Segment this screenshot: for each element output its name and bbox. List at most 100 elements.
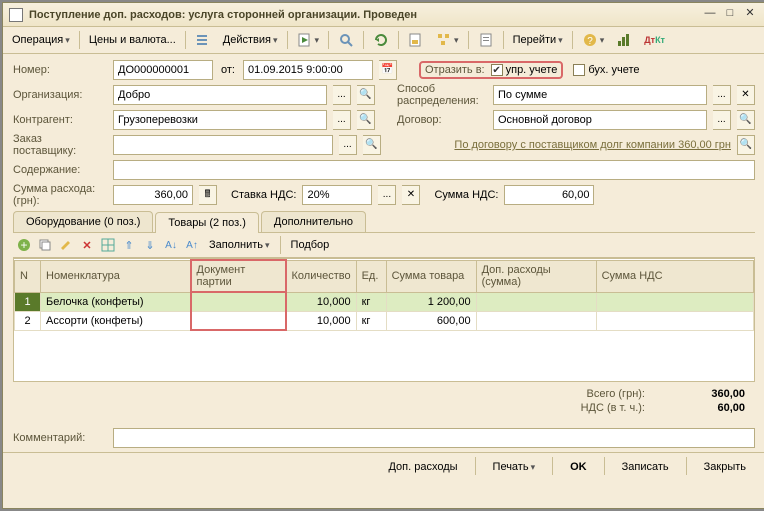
ellipsis-icon[interactable]: ... [339, 135, 357, 155]
prices-button[interactable]: Цены и валюта... [84, 31, 181, 49]
add-expenses-button[interactable]: Доп. расходы [377, 457, 468, 477]
content-field[interactable] [113, 160, 755, 180]
grid[interactable]: N Номенклатура Документ партии Количеств… [13, 258, 755, 382]
window-title: Поступление доп. расходов: услуга сторон… [29, 9, 699, 21]
table-row[interactable]: 2Ассорти (конфеты)10,000кг600,00 [15, 311, 754, 330]
form-area: Номер: ДО000000001 от: 01.09.2015 9:00:0… [3, 54, 764, 424]
close-button[interactable]: Закрыть [693, 457, 757, 477]
minimize-button[interactable]: — [701, 7, 719, 22]
move-up-icon[interactable]: ⇑ [120, 236, 138, 254]
col-doc[interactable]: Документ партии [191, 260, 286, 292]
date-field[interactable]: 01.09.2015 9:00:00 [243, 60, 373, 80]
ellipsis-icon[interactable]: ... [378, 185, 396, 205]
tab-toolbar: + ✕ ⇑ ⇓ A↓ A↑ Заполнить▾ Подбор [13, 233, 755, 258]
toolbar: Операция▾ Цены и валюта... Действия▾ ▾ ▾… [3, 27, 764, 54]
move-down-icon[interactable]: ⇓ [141, 236, 159, 254]
search-icon[interactable]: 🔍 [737, 135, 755, 155]
search-icon[interactable]: 🔍 [357, 85, 375, 105]
order-label: Заказ поставщику: [13, 133, 107, 157]
add-icon[interactable]: + [15, 236, 33, 254]
svg-text:?: ? [587, 36, 593, 47]
toolbar-play-icon[interactable]: ▾ [292, 29, 325, 51]
totals: Всего (грн): 360,00 НДС (в т. ч.): 60,00 [13, 382, 755, 420]
toolbar-chart-icon[interactable] [611, 29, 637, 51]
sort-desc-icon[interactable]: A↑ [183, 236, 201, 254]
copy-icon[interactable] [36, 236, 54, 254]
vatrate-field[interactable]: 20% [302, 185, 372, 205]
col-nom[interactable]: Номенклатура [41, 260, 191, 292]
dist-label: Способ распределения: [397, 83, 487, 107]
comment-field[interactable] [113, 428, 755, 448]
clear-icon[interactable]: ✕ [402, 185, 420, 205]
tab-equipment[interactable]: Оборудование (0 поз.) [13, 211, 153, 232]
dog-label: Договор: [397, 114, 487, 126]
col-vat[interactable]: Сумма НДС [596, 260, 753, 292]
tab-additional[interactable]: Дополнительно [261, 211, 366, 232]
buh-checkbox[interactable]: бух. учете [573, 64, 639, 76]
order-field[interactable] [113, 135, 333, 155]
toolbar-tree-icon[interactable]: ▾ [431, 29, 464, 51]
reflect-label: Отразить в: [425, 64, 485, 76]
search-icon[interactable]: 🔍 [357, 110, 375, 130]
ellipsis-icon[interactable]: ... [333, 110, 351, 130]
number-label: Номер: [13, 64, 107, 76]
clear-icon[interactable]: ✕ [737, 85, 755, 105]
col-unit[interactable]: Ед. [356, 260, 386, 292]
doc-icon [9, 8, 23, 22]
ellipsis-icon[interactable]: ... [713, 110, 731, 130]
debt-link[interactable]: По договору с поставщиком долг компании … [403, 139, 731, 151]
check-icon-empty [573, 64, 585, 76]
dist-field[interactable]: По сумме [493, 85, 707, 105]
toolbar-list-icon[interactable] [190, 29, 216, 51]
col-n[interactable]: N [15, 260, 41, 292]
ellipsis-icon[interactable]: ... [333, 85, 351, 105]
search-icon[interactable]: 🔍 [363, 135, 381, 155]
toolbar-dtkt-icon[interactable]: ДтКт [639, 32, 670, 48]
actions-menu[interactable]: Действия▾ [218, 31, 283, 49]
toolbar-post-icon[interactable] [403, 29, 429, 51]
tabs: Оборудование (0 поз.) Товары (2 поз.) До… [13, 211, 755, 233]
calc-icon[interactable]: 🖩 [199, 185, 217, 205]
dog-field[interactable]: Основной договор [493, 110, 707, 130]
col-add[interactable]: Доп. расходы (сумма) [476, 260, 596, 292]
toolbar-refresh-icon[interactable] [368, 29, 394, 51]
ellipsis-icon[interactable]: ... [713, 85, 731, 105]
delete-icon[interactable]: ✕ [78, 236, 96, 254]
sum-field[interactable]: 360,00 [113, 185, 193, 205]
date-picker-icon[interactable]: 📅 [379, 60, 397, 80]
window: Поступление доп. расходов: услуга сторон… [2, 2, 764, 509]
sum-label: Сумма расхода: (грн): [13, 183, 107, 207]
number-field[interactable]: ДО000000001 [113, 60, 213, 80]
table-row[interactable]: 1Белочка (конфеты)10,000кг1 200,00 [15, 292, 754, 311]
date-label: от: [221, 64, 235, 76]
vatsum-label: Сумма НДС: [434, 189, 498, 201]
reflect-highlight: Отразить в: ✔ упр. учете [419, 61, 563, 79]
go-menu[interactable]: Перейти▾ [508, 31, 568, 49]
help-icon[interactable]: ?▾ [577, 29, 610, 51]
grid-icon[interactable] [99, 236, 117, 254]
toolbar-find-icon[interactable] [333, 29, 359, 51]
maximize-button[interactable]: □ [721, 7, 739, 22]
org-label: Организация: [13, 89, 107, 101]
toolbar-report-icon[interactable] [473, 29, 499, 51]
footer: Доп. расходы Печать▾ OK Записать Закрыть [3, 452, 764, 481]
total-label: Всего (грн): [587, 388, 646, 400]
close-button[interactable]: ✕ [741, 7, 759, 22]
fill-menu[interactable]: Заполнить▾ [204, 236, 275, 254]
operation-menu[interactable]: Операция▾ [7, 31, 75, 49]
tab-goods[interactable]: Товары (2 поз.) [155, 212, 258, 233]
org-field[interactable]: Добро [113, 85, 327, 105]
edit-icon[interactable] [57, 236, 75, 254]
upr-checkbox[interactable]: ✔ упр. учете [491, 64, 558, 76]
search-icon[interactable]: 🔍 [737, 110, 755, 130]
ok-button[interactable]: OK [559, 457, 598, 477]
select-button[interactable]: Подбор [286, 236, 335, 254]
save-button[interactable]: Записать [611, 457, 680, 477]
print-menu[interactable]: Печать▾ [482, 457, 547, 477]
sort-asc-icon[interactable]: A↓ [162, 236, 180, 254]
contr-field[interactable]: Грузоперевозки [113, 110, 327, 130]
total-value: 360,00 [665, 388, 745, 400]
vatsum-field[interactable]: 60,00 [504, 185, 594, 205]
col-qty[interactable]: Количество [286, 260, 357, 292]
col-sum[interactable]: Сумма товара [386, 260, 476, 292]
